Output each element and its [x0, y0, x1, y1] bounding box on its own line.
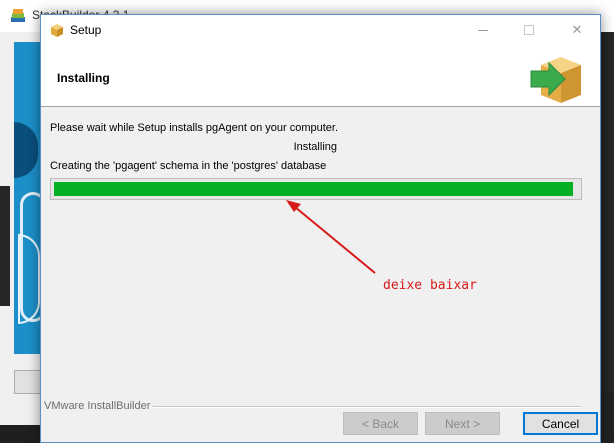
- progress-bar-fill: [54, 182, 573, 196]
- back-button[interactable]: < Back: [343, 412, 418, 435]
- stackbuilder-app-icon: [11, 9, 25, 22]
- setup-dialog: Setup ✕ Installing Please wait while Set…: [40, 14, 601, 443]
- window-title: Setup: [70, 23, 102, 37]
- close-icon: ✕: [571, 22, 583, 38]
- close-button[interactable]: ✕: [554, 15, 600, 45]
- maximize-icon: [524, 25, 534, 35]
- install-message: Please wait while Setup installs pgAgent…: [50, 122, 338, 134]
- progress-bar: [50, 178, 582, 200]
- maximize-button[interactable]: [506, 15, 552, 45]
- setup-box-icon: [51, 24, 63, 37]
- title-bar[interactable]: Setup ✕: [41, 15, 600, 45]
- next-button[interactable]: Next >: [425, 412, 500, 435]
- minimize-icon: [478, 29, 488, 31]
- desktop-corner: [0, 425, 40, 443]
- annotation-label: deixe baixar: [383, 278, 477, 293]
- background-edge: [0, 186, 10, 306]
- cancel-button[interactable]: Cancel: [523, 412, 598, 435]
- install-status: Installing: [293, 141, 337, 153]
- installbuilder-brand: VMware InstallBuilder: [44, 400, 154, 412]
- footer-divider: [151, 406, 581, 408]
- dialog-header: Installing: [41, 45, 600, 107]
- install-box-arrow-icon: [530, 57, 581, 103]
- minimize-button[interactable]: [460, 15, 506, 45]
- install-detail: Creating the 'pgagent' schema in the 'po…: [50, 160, 327, 172]
- page-title: Installing: [57, 71, 110, 85]
